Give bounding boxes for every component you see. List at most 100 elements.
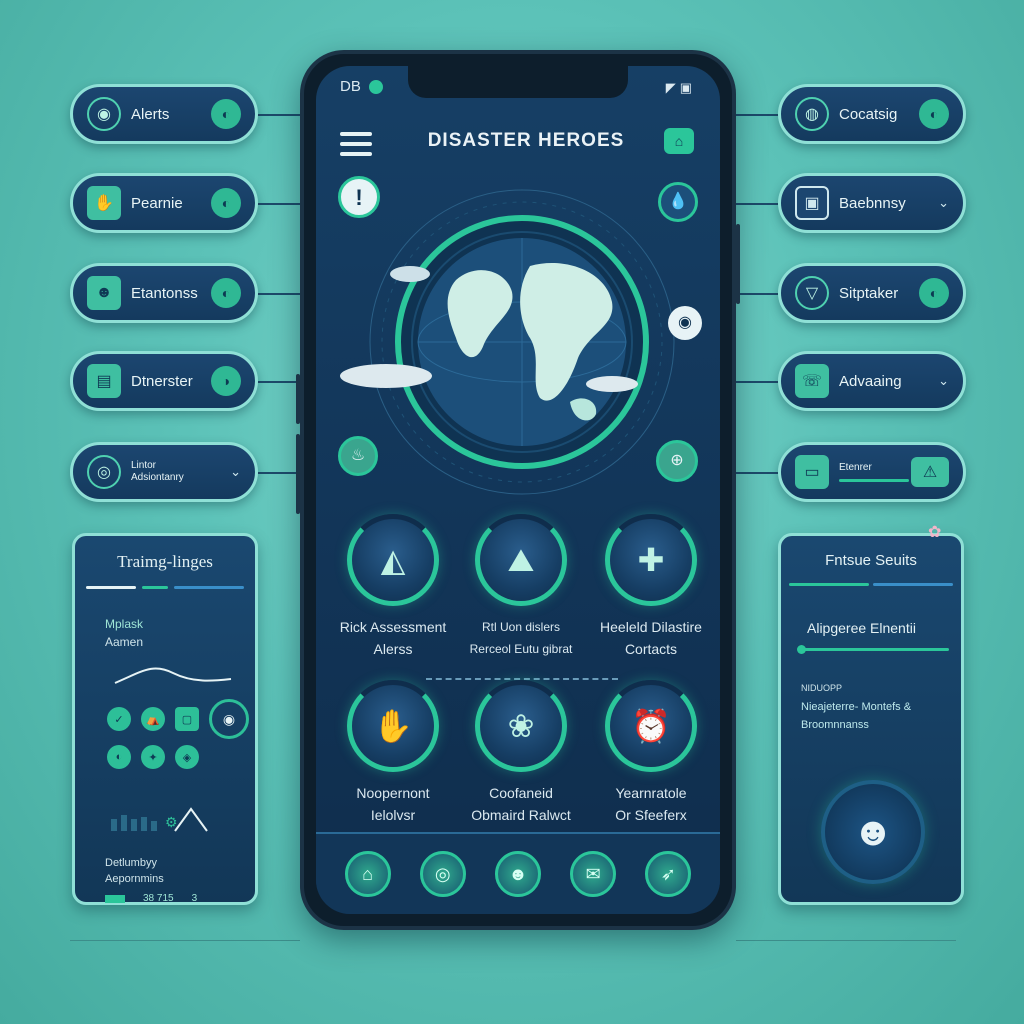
feature-label-line1: Rtl Uon dislers <box>481 620 561 634</box>
menu-icon[interactable] <box>340 132 372 156</box>
feature-coordinated[interactable]: ❀ Coofaneid Obmaird Ralwct <box>456 680 586 826</box>
right-pill-sitptaker[interactable]: ▽ Sitptaker ◐ <box>778 263 966 323</box>
nav-radar-button[interactable]: ◎ <box>419 851 466 897</box>
feature-label-line2: Alerss <box>373 641 413 657</box>
feature-preparedness[interactable]: ⏰ Yearnratole Or Sfeeferx <box>586 680 716 826</box>
toggle-icon[interactable]: ◐ <box>919 99 949 129</box>
eye-icon[interactable]: ◐ <box>107 745 131 769</box>
camera-icon[interactable]: ◉ <box>668 306 702 340</box>
phone-screen: DB ◤▣ DISASTER HEROES ⌂ ! 💧 ◉ ♨ ⊕ ◭ Rick… <box>316 66 720 914</box>
nav-compass-button[interactable]: ➶ <box>645 851 692 897</box>
toggle-icon[interactable]: ◑ <box>211 366 241 396</box>
card-subtitle-line1: Mplask <box>105 617 144 631</box>
mini-graph <box>111 807 208 832</box>
gear-icon[interactable]: ⚙ <box>165 814 178 831</box>
left-pill-etantonss[interactable]: ☻ Etantonss ◐ <box>70 263 258 323</box>
left-pill-alerts[interactable]: ◉ Alerts ◐ <box>70 84 258 144</box>
phone-notch <box>408 66 628 98</box>
card-footer-stats: 38 715 3 <box>105 893 255 904</box>
thermometer-icon[interactable]: ♨ <box>338 436 378 476</box>
volume-button[interactable] <box>296 434 300 514</box>
connector-line <box>732 203 778 205</box>
left-pill-dtnerster[interactable]: ▤ Dtnerster ◑ <box>70 351 258 411</box>
water-icon[interactable]: 💧 <box>658 182 698 222</box>
card-subtitle-line2: Aamen <box>105 635 144 649</box>
feature-location[interactable]: ⛰ Rtl Uon dislers Rerceol Eutu gibrat <box>456 514 586 660</box>
pill-label-line1: Lintor <box>131 460 157 471</box>
nav-chat-button[interactable]: ✉ <box>570 851 617 897</box>
compass-badge-icon[interactable]: ⊕ <box>656 440 698 482</box>
people-icon: ☻ <box>87 276 121 310</box>
plant-icon: ❀ <box>475 680 567 772</box>
box-icon[interactable]: ▢ <box>175 707 199 731</box>
tent-icon[interactable]: ⛺ <box>141 707 165 731</box>
card-tab-bars <box>75 586 255 589</box>
nav-people-button[interactable]: ☻ <box>494 851 541 897</box>
target-icon: ◎ <box>87 455 121 489</box>
right-pill-advaaing[interactable]: ☏ Advaaing ⌄ <box>778 351 966 411</box>
user-icon: ☻ <box>851 809 895 854</box>
radar-icon: ◎ <box>434 863 451 884</box>
alert-icon[interactable]: ! <box>338 176 380 218</box>
toggle-icon[interactable]: ◐ <box>919 278 949 308</box>
right-pill-baebnnsy[interactable]: ▣ Baebnnsy ⌄ <box>778 173 966 233</box>
stat-bar <box>105 895 125 903</box>
section-slider[interactable] <box>797 645 949 654</box>
shield-icon[interactable]: ◈ <box>175 745 199 769</box>
status-icons: ◤▣ <box>666 80 696 96</box>
pill-label: Dtnerster <box>131 372 193 390</box>
stat-value: 3 <box>191 893 198 904</box>
section-body-line2: Broomnnanss <box>801 719 869 731</box>
chat-icon: ✉ <box>585 863 601 884</box>
volume-button[interactable] <box>296 374 300 424</box>
warning-icon[interactable]: ⚠ <box>911 457 949 487</box>
feature-contacts[interactable]: ✚ Heeleld Dilastire Cortacts <box>586 514 716 660</box>
feature-label-line1: Rick Assessment <box>339 619 447 635</box>
slider-knob[interactable] <box>797 645 806 654</box>
funnel-icon: ▽ <box>795 276 829 310</box>
profile-badge[interactable]: ☻ <box>821 780 925 884</box>
toggle-icon[interactable]: ◐ <box>211 278 241 308</box>
phone-frame: DB ◤▣ DISASTER HEROES ⌂ ! 💧 ◉ ♨ ⊕ ◭ Rick… <box>296 50 740 930</box>
right-pill-cocatsig[interactable]: ◍ Cocatsig ◐ <box>778 84 966 144</box>
pill-label: Etantonss <box>131 284 198 302</box>
logo-dot-icon <box>369 80 384 95</box>
feature-label-line1: Noopernont <box>356 785 430 801</box>
ring-icon[interactable]: ◉ <box>209 699 249 739</box>
pill-label: Sitptaker <box>839 284 899 302</box>
feature-risk-assessment[interactable]: ◭ Rick Assessment Alerss <box>328 514 458 660</box>
globe-icon: ◍ <box>795 97 829 131</box>
pill-label: Pearnie <box>131 194 183 212</box>
tab-bar <box>142 586 168 589</box>
features-card: Fntsue Seuits Alipgeree Elnentii NIDUOPP… <box>778 533 964 905</box>
training-card: Traimg-linges Mplask Aamen ✓ ⛺ ▢ ◉ ◐ ✦ ◈… <box>72 533 258 905</box>
chevron-down-icon[interactable]: ⌄ <box>938 373 949 389</box>
tab-bar-active <box>86 586 136 589</box>
power-button[interactable] <box>736 224 740 304</box>
logo-text: DB <box>340 78 361 95</box>
icon-row-1: ✓ ⛺ ▢ ◉ <box>107 699 255 739</box>
bottom-nav: ⌂ ◎ ☻ ✉ ➶ <box>316 832 720 914</box>
pill-label: Baebnnsy <box>839 194 906 212</box>
tools-icon[interactable]: ✦ <box>141 745 165 769</box>
document-icon: ▤ <box>87 364 121 398</box>
left-pill-lintor[interactable]: ◎ Lintor Adsiontanry ⌄ <box>70 442 258 502</box>
nav-home-button[interactable]: ⌂ <box>344 851 391 897</box>
home-icon: ⌂ <box>362 863 374 884</box>
tab-bar <box>174 586 244 589</box>
app-title: DISASTER HEROES <box>427 130 625 151</box>
toggle-icon[interactable]: ◐ <box>211 99 241 129</box>
notification-icon[interactable]: ⌂ <box>664 128 694 154</box>
card-title: Traimg-linges <box>117 552 213 571</box>
right-pill-etenrer[interactable]: ▭ Etenrer ⚠ <box>778 442 966 502</box>
feature-label-line1: Coofaneid <box>489 785 553 801</box>
hand-icon: ✋ <box>347 680 439 772</box>
chevron-down-icon[interactable]: ⌄ <box>230 464 241 480</box>
pill-label: Cocatsig <box>839 105 898 123</box>
card-footer-line1: Detlumbyy <box>105 857 157 869</box>
chevron-down-icon[interactable]: ⌄ <box>938 195 949 211</box>
check-icon[interactable]: ✓ <box>107 707 131 731</box>
feature-response[interactable]: ✋ Noopernont Ielolvsr <box>328 680 458 826</box>
toggle-icon[interactable]: ◐ <box>211 188 241 218</box>
left-pill-pearnie[interactable]: ✋ Pearnie ◐ <box>70 173 258 233</box>
